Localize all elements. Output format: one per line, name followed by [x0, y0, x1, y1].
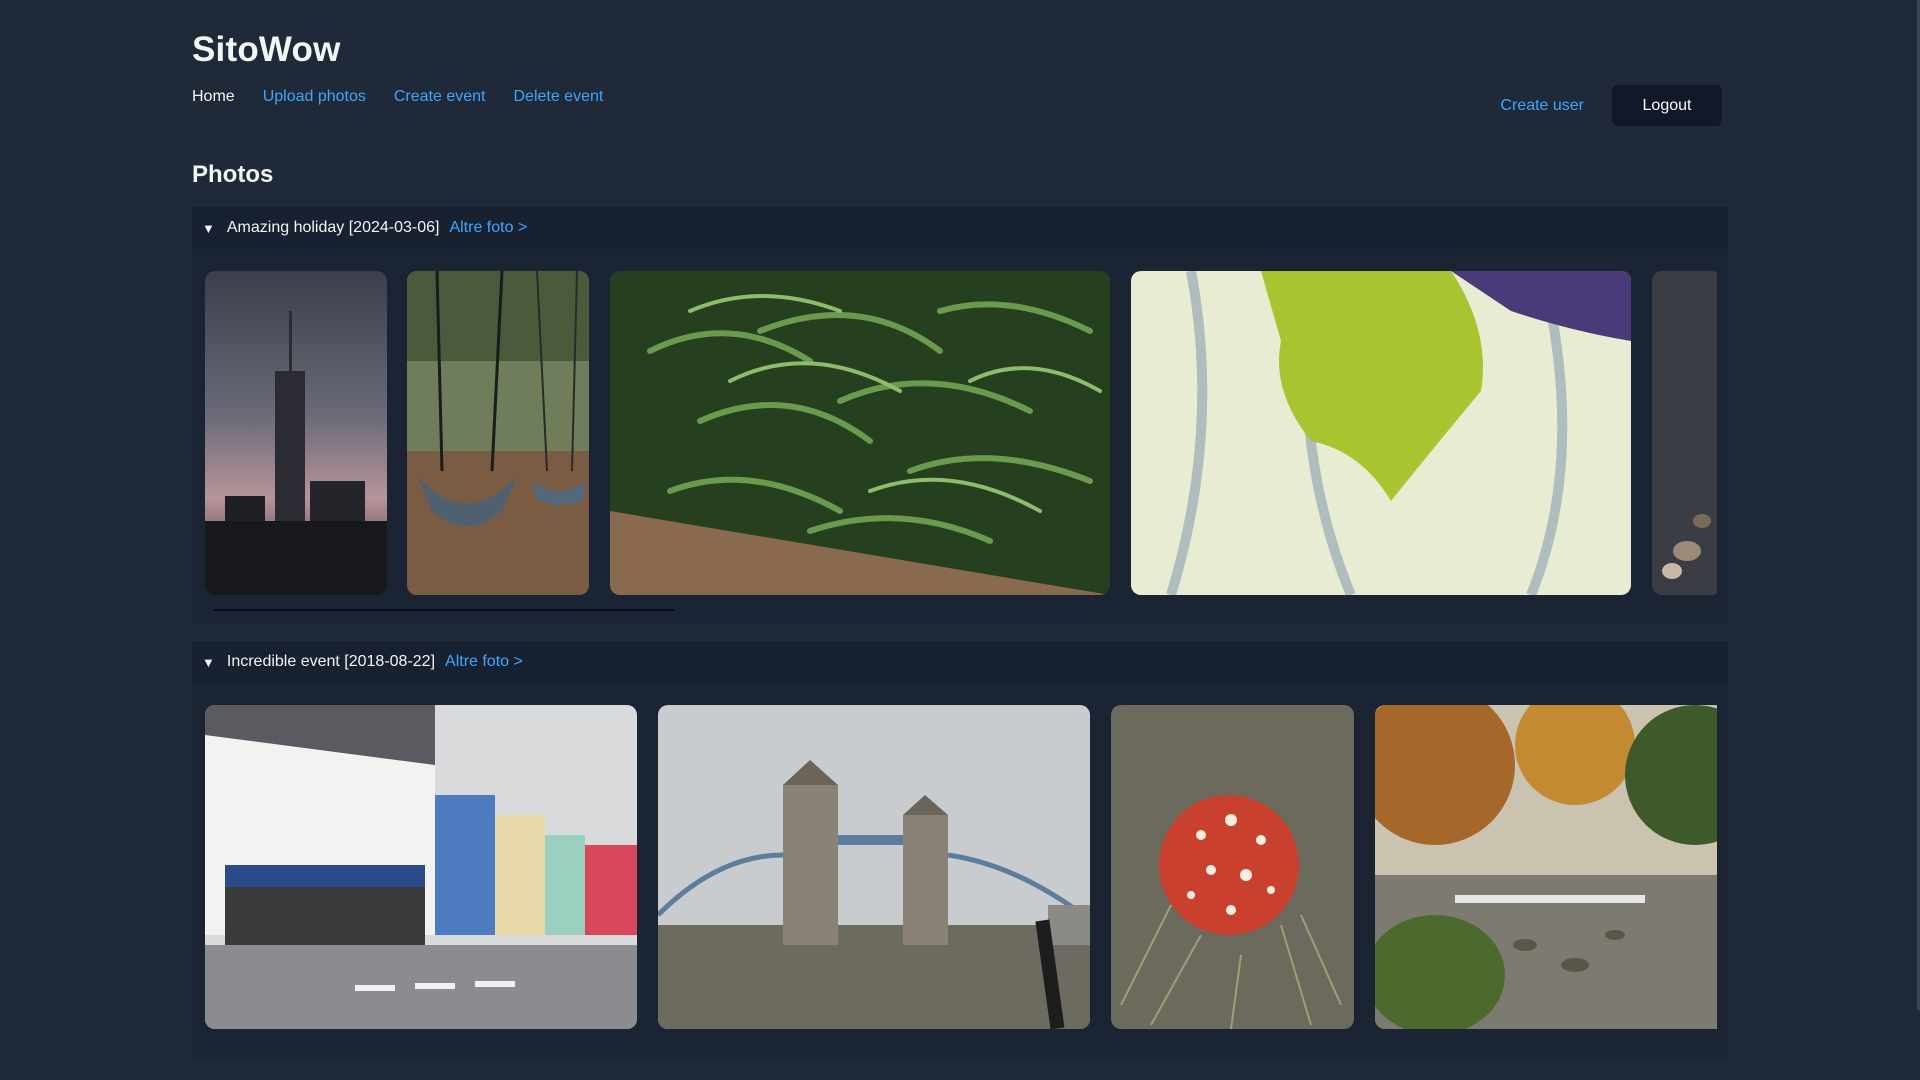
city-skyline-photo[interactable] — [205, 271, 387, 595]
street-shops-photo[interactable] — [205, 705, 637, 1029]
tower-bridge-photo[interactable] — [658, 705, 1090, 1029]
green-leaf-photo[interactable] — [1131, 271, 1631, 595]
photos-heading: Photos — [192, 161, 274, 188]
autumn-river-photo[interactable] — [1375, 705, 1717, 1029]
green-beans-photo[interactable] — [610, 271, 1110, 595]
logout-button[interactable]: Logout — [1612, 85, 1722, 126]
event-title: Incredible event [2018-08-22] — [226, 653, 436, 670]
photo-carousel[interactable] — [205, 705, 1717, 1029]
event-header[interactable]: ▼ Amazing holiday [2024-03-06] Altre fot… — [192, 207, 1728, 249]
event-panel-amazing-holiday: ▼ Amazing holiday [2024-03-06] Altre fot… — [192, 207, 1728, 625]
user-nav: Create user Logout — [1500, 85, 1722, 126]
nav-home-link[interactable]: Home — [192, 88, 235, 106]
site-title[interactable]: SitoWow — [192, 30, 341, 70]
pebbles-photo[interactable] — [1652, 271, 1717, 595]
nav-create-event-link[interactable]: Create event — [394, 88, 486, 106]
page: SitoWow Home Upload photos Create event … — [0, 0, 1920, 1080]
red-mushroom-photo[interactable] — [1111, 705, 1354, 1029]
main-nav: Home Upload photos Create event Delete e… — [192, 88, 603, 106]
nav-delete-event-link[interactable]: Delete event — [513, 88, 603, 106]
create-user-link[interactable]: Create user — [1500, 97, 1584, 115]
event-header[interactable]: ▼ Incredible event [2018-08-22] Altre fo… — [192, 641, 1728, 683]
photo-carousel[interactable] — [205, 271, 1717, 595]
event-panel-incredible-event: ▼ Incredible event [2018-08-22] Altre fo… — [192, 641, 1728, 1059]
more-photos-link[interactable]: Altre foto > — [445, 653, 523, 671]
nav-upload-photos-link[interactable]: Upload photos — [263, 88, 366, 106]
horizontal-scrollbar[interactable] — [214, 609, 674, 611]
caret-down-icon[interactable]: ▼ — [202, 655, 215, 670]
event-title: Amazing holiday [2024-03-06] — [226, 219, 440, 236]
caret-down-icon[interactable]: ▼ — [202, 221, 215, 236]
more-photos-link[interactable]: Altre foto > — [449, 219, 527, 237]
playground-swing-photo[interactable] — [407, 271, 589, 595]
